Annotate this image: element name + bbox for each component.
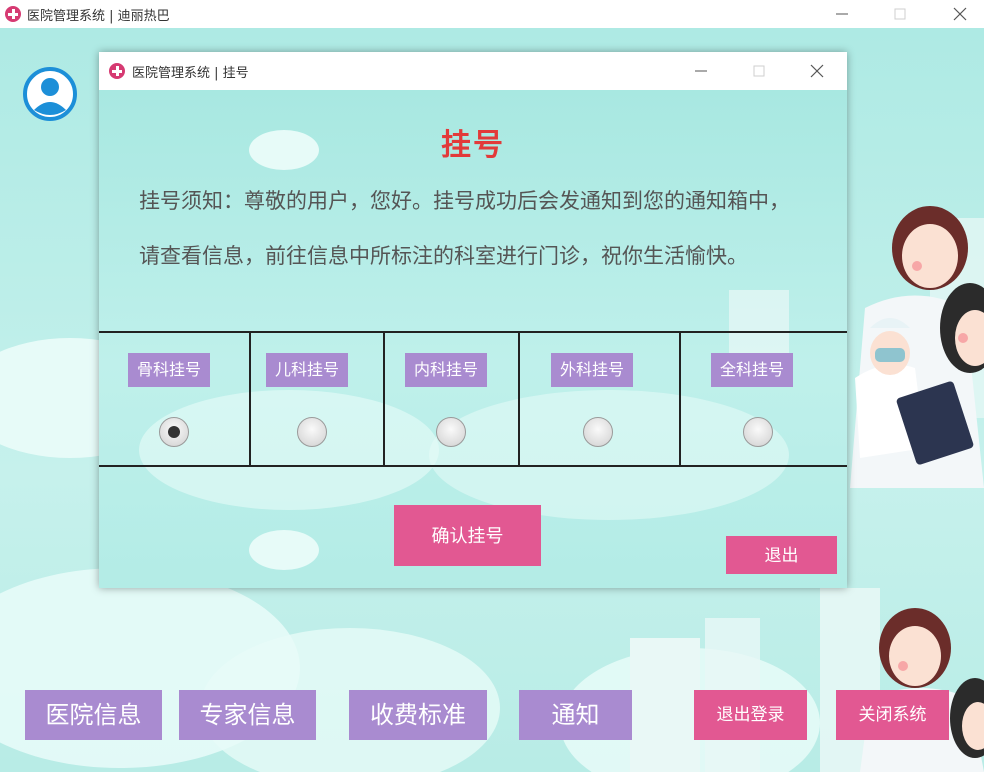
close-system-button[interactable]: 关闭系统: [836, 690, 949, 740]
page-title: 挂号: [441, 128, 505, 163]
maximize-icon[interactable]: [890, 4, 910, 24]
dept-label-general: 全科挂号: [711, 353, 794, 387]
dialog-titlebar: 医院管理系统 | 挂号: [99, 52, 847, 90]
hospital-cross-icon: [5, 6, 21, 22]
hospital-cross-icon: [109, 63, 125, 79]
notice-line-2: 请查看信息，前往信息中所标注的科室进行门诊，祝你生活愉快。: [139, 244, 748, 268]
table-divider: [249, 333, 251, 465]
main-window-title: 医院管理系统 | 迪丽热巴: [27, 9, 170, 24]
radio-orthopedics[interactable]: [159, 417, 189, 447]
user-avatar-icon[interactable]: [22, 66, 78, 122]
main-titlebar: 医院管理系统 | 迪丽热巴: [0, 0, 984, 28]
minimize-icon[interactable]: [691, 61, 711, 81]
registration-dialog: 医院管理系统 | 挂号 挂号 挂号须知：尊敬的用户，您好。挂号成功后会发通知到您…: [99, 52, 847, 588]
building-decoration: [630, 638, 700, 772]
dialog-title: 医院管理系统 | 挂号: [132, 66, 249, 81]
nav-notification-button[interactable]: 通知: [519, 690, 632, 740]
dept-label-surgery: 外科挂号: [551, 353, 634, 387]
nurse-illustration: [850, 206, 984, 488]
dept-label-pediatrics: 儿科挂号: [266, 353, 349, 387]
exit-button[interactable]: 退出: [726, 536, 837, 574]
radio-pediatrics[interactable]: [297, 417, 327, 447]
minimize-icon[interactable]: [832, 4, 852, 24]
dept-label-orthopedics: 骨科挂号: [128, 353, 211, 387]
department-table: 骨科挂号 儿科挂号 内科挂号 外科挂号 全科挂号: [99, 331, 847, 467]
close-icon[interactable]: [950, 4, 970, 24]
radio-surgery[interactable]: [583, 417, 613, 447]
nav-fee-standard-button[interactable]: 收费标准: [349, 690, 487, 740]
cloud-decoration: [249, 530, 319, 570]
notice-line-1: 挂号须知：尊敬的用户，您好。挂号成功后会发通知到您的通知箱中，: [139, 189, 790, 213]
dialog-body: 挂号 挂号须知：尊敬的用户，您好。挂号成功后会发通知到您的通知箱中， 请查看信息…: [99, 90, 847, 588]
logout-button[interactable]: 退出登录: [694, 690, 807, 740]
dept-label-internal: 内科挂号: [405, 353, 488, 387]
maximize-icon[interactable]: [749, 61, 769, 81]
table-divider: [383, 333, 385, 465]
table-divider: [518, 333, 520, 465]
radio-internal[interactable]: [436, 417, 466, 447]
nav-hospital-info-button[interactable]: 医院信息: [25, 690, 162, 740]
confirm-registration-button[interactable]: 确认挂号: [394, 505, 541, 566]
nav-expert-info-button[interactable]: 专家信息: [179, 690, 316, 740]
table-divider: [679, 333, 681, 465]
close-icon[interactable]: [807, 61, 827, 81]
radio-general[interactable]: [743, 417, 773, 447]
